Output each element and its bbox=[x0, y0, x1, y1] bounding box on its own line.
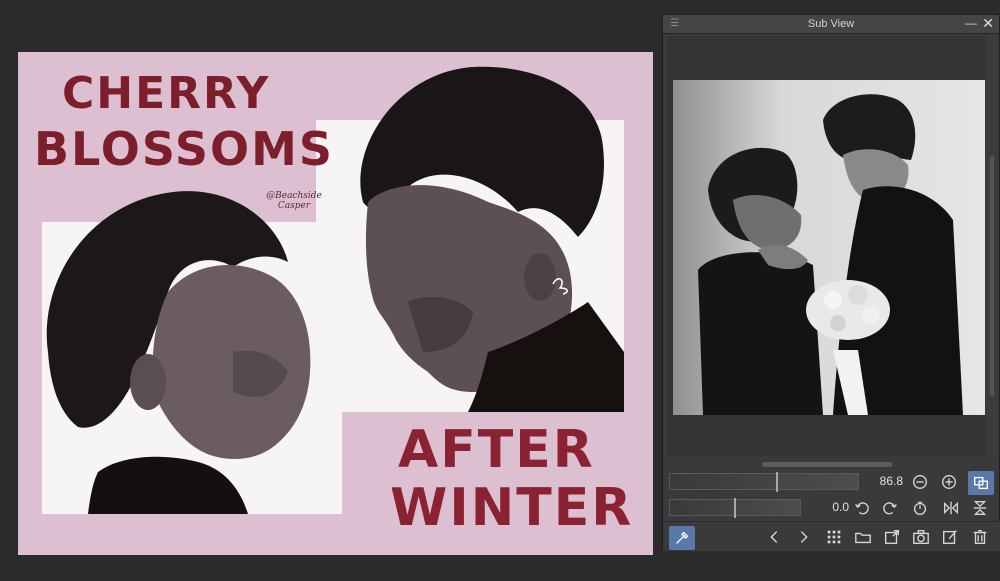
signature-name: Casper bbox=[277, 200, 311, 211]
trash-icon bbox=[973, 530, 987, 544]
reference-view[interactable] bbox=[667, 36, 985, 456]
rotate-right-icon bbox=[883, 502, 897, 515]
artwork-canvas[interactable]: CHERRY BLOSSOMS @Beachside Casper AFTER … bbox=[18, 52, 653, 555]
hamburger-icon[interactable]: ☰ bbox=[670, 19, 680, 29]
zoom-in-icon bbox=[942, 475, 956, 489]
next-icon bbox=[800, 531, 808, 543]
import-button[interactable] bbox=[881, 526, 903, 548]
close-icon[interactable]: ✕ bbox=[982, 15, 994, 32]
grid-icon bbox=[827, 530, 841, 544]
vertical-scrollbar[interactable] bbox=[987, 36, 997, 456]
flip-horizontal-icon bbox=[944, 501, 958, 515]
next-button[interactable] bbox=[793, 526, 815, 548]
grid-button[interactable] bbox=[823, 526, 845, 548]
trash-button[interactable] bbox=[969, 526, 991, 548]
horizontal-scrollbar[interactable] bbox=[667, 460, 985, 468]
reset-rotation-button[interactable] bbox=[909, 497, 931, 519]
reference-photo-image bbox=[673, 80, 985, 415]
previous-icon bbox=[770, 531, 778, 543]
sub-view-title: Sub View bbox=[807, 18, 855, 30]
rotate-row: 0.0 bbox=[669, 497, 849, 518]
import-icon bbox=[885, 530, 899, 544]
zoom-value[interactable]: 86.8 bbox=[859, 474, 903, 488]
flip-vertical-button[interactable] bbox=[969, 497, 991, 519]
title-winter: WINTER bbox=[390, 478, 634, 538]
open-folder-icon bbox=[855, 532, 871, 544]
title-after: AFTER bbox=[398, 420, 595, 480]
eyedropper-button[interactable] bbox=[669, 526, 695, 550]
rotate-slider[interactable] bbox=[669, 497, 801, 518]
title-blossoms: BLOSSOMS bbox=[34, 122, 335, 176]
zoom-row: 86.8 bbox=[669, 471, 903, 492]
sub-view-panel[interactable]: ☰ Sub View — ✕ 86.8 0.0 bbox=[662, 14, 1000, 551]
fit-view-icon bbox=[974, 476, 988, 490]
rotate-value[interactable]: 0.0 bbox=[801, 500, 849, 514]
reference-photo bbox=[673, 80, 985, 415]
camera-icon bbox=[913, 530, 929, 544]
zoom-out-icon bbox=[913, 475, 927, 489]
zoom-slider-knob[interactable] bbox=[776, 471, 778, 492]
eyedropper-icon bbox=[676, 531, 689, 544]
sub-view-toolbar bbox=[663, 521, 1000, 551]
zoom-in-button[interactable] bbox=[938, 471, 960, 493]
rotate-left-button[interactable] bbox=[851, 497, 873, 519]
fit-view-button[interactable] bbox=[968, 471, 994, 495]
previous-button[interactable] bbox=[763, 526, 785, 548]
flip-vertical-icon bbox=[973, 501, 987, 515]
open-folder-button[interactable] bbox=[852, 526, 874, 548]
camera-button[interactable] bbox=[910, 526, 932, 548]
edit-button[interactable] bbox=[939, 526, 961, 548]
vertical-scroll-thumb[interactable] bbox=[990, 156, 994, 396]
artist-signature: @Beachside Casper bbox=[264, 191, 324, 212]
minimize-icon[interactable]: — bbox=[965, 16, 977, 30]
zoom-slider[interactable] bbox=[669, 471, 859, 492]
zoom-out-button[interactable] bbox=[909, 471, 931, 493]
edit-icon bbox=[943, 530, 957, 544]
rotate-slider-knob[interactable] bbox=[734, 497, 736, 518]
title-cherry: CHERRY bbox=[62, 68, 271, 119]
rotate-right-button[interactable] bbox=[879, 497, 901, 519]
flip-horizontal-button[interactable] bbox=[940, 497, 962, 519]
reset-rotation-icon bbox=[913, 501, 927, 515]
sub-view-titlebar[interactable]: ☰ Sub View — ✕ bbox=[663, 15, 999, 34]
horizontal-scroll-thumb[interactable] bbox=[762, 462, 892, 467]
rotate-left-icon bbox=[855, 502, 869, 515]
